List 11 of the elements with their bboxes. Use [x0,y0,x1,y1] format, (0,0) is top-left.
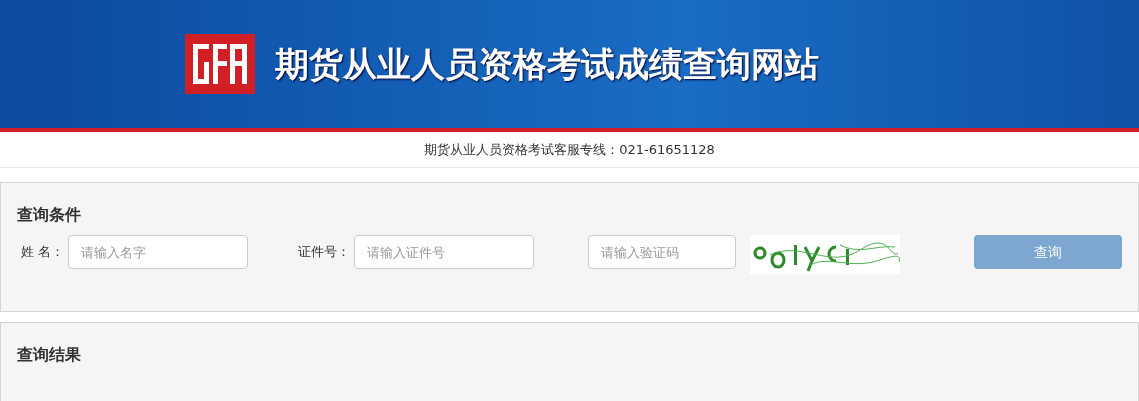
search-button[interactable]: 查询 [973,235,1122,269]
logo-icon [185,34,255,94]
panel-title: 查询条件 [17,204,82,226]
input-field[interactable]: 请输入名字 [68,235,249,269]
site-title: 期货从业人员资格考试成绩查询网站 [275,42,819,86]
hotline-text: 期货从业人员资格考试客服专线：021-61651128 [424,140,715,159]
input-field[interactable]: 请输入证件号 [353,235,534,269]
panel-title: 查询结果 [17,344,82,366]
field-label: 证件号： [296,243,351,262]
input-field[interactable]: 请输入验证码 [587,235,736,269]
field-label: 姓 名： [20,243,66,262]
